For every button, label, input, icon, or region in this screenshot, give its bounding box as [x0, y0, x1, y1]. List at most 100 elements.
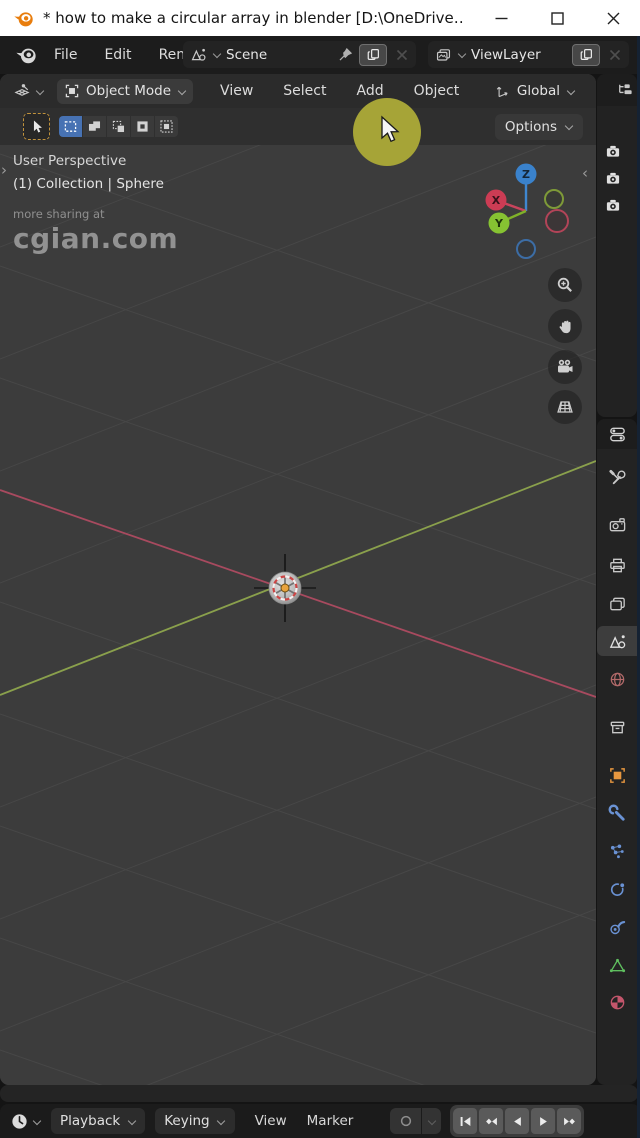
viewlayer-name: ViewLayer	[471, 46, 541, 63]
close-button[interactable]	[598, 3, 628, 33]
sphere-object[interactable]	[254, 554, 316, 622]
scene-selector[interactable]: Scene	[183, 41, 416, 68]
viewport-header: Object Mode View Select Add Object Globa…	[0, 74, 596, 108]
new-scene-button[interactable]	[359, 43, 387, 66]
gizmo-axis-neg-x[interactable]	[545, 209, 569, 233]
movie-camera-icon	[558, 359, 573, 373]
chevron-down-icon	[32, 1117, 41, 1126]
tab-particles[interactable]	[597, 836, 637, 866]
grid-icon	[557, 401, 573, 413]
outliner-editor-icon[interactable]	[615, 81, 634, 100]
menu-timeline-view[interactable]: View	[255, 1113, 287, 1129]
window-title: * how to make a circular array in blende…	[43, 9, 463, 27]
properties-header	[597, 419, 637, 449]
minimize-button[interactable]	[486, 3, 516, 33]
tab-constraints[interactable]	[597, 912, 637, 942]
viewport-menus: View Select Add Object	[217, 81, 462, 101]
new-viewlayer-button[interactable]	[572, 43, 600, 66]
zoom-button[interactable]	[548, 268, 582, 302]
properties-editor	[597, 419, 637, 1085]
tab-scene[interactable]	[597, 626, 637, 656]
render-visibility-camera-icon[interactable]	[602, 141, 624, 161]
tab-modifiers[interactable]	[597, 798, 637, 828]
gizmo-axis-neg-y[interactable]	[544, 189, 564, 209]
tab-material[interactable]	[597, 987, 637, 1017]
viewlayer-selector[interactable]: ViewLayer	[428, 41, 629, 68]
navigation-gizmo[interactable]: Z X Y	[478, 159, 574, 269]
playback-dropdown[interactable]: Playback	[51, 1108, 146, 1134]
select-mode-invert[interactable]	[131, 116, 154, 137]
tab-collection[interactable]	[597, 712, 637, 742]
select-mode-extend[interactable]	[83, 116, 106, 137]
tab-render[interactable]	[597, 510, 637, 540]
perspective-toggle-button[interactable]	[548, 390, 582, 424]
play-button[interactable]	[531, 1108, 555, 1134]
keying-label: Keying	[164, 1113, 210, 1129]
menu-timeline-marker[interactable]: Marker	[307, 1113, 354, 1129]
mode-dropdown[interactable]: Object Mode	[57, 78, 194, 104]
properties-editor-icon[interactable]	[608, 425, 627, 444]
topbar: File Edit Ren Scene ViewLayer	[0, 36, 640, 74]
jump-to-start-button[interactable]	[453, 1108, 477, 1134]
axis-y-line	[0, 460, 596, 696]
blender-app-menu-icon[interactable]	[15, 44, 37, 66]
timeline-track-area[interactable]	[0, 1085, 638, 1102]
mode-label: Object Mode	[86, 83, 172, 99]
gizmo-axis-neg-z[interactable]	[516, 239, 536, 259]
menu-file[interactable]: File	[51, 45, 80, 65]
next-keyframe-button[interactable]	[557, 1108, 581, 1134]
select-mode-set[interactable]	[59, 116, 82, 137]
window-controls	[486, 0, 628, 36]
tab-physics[interactable]	[597, 874, 637, 904]
outliner-editor	[597, 74, 637, 417]
camera-view-button[interactable]	[548, 350, 582, 384]
tab-viewlayer[interactable]	[597, 588, 637, 618]
sidebar-expand-icon[interactable]: ‹	[582, 166, 588, 181]
pin-icon[interactable]	[337, 46, 354, 63]
tab-object-data[interactable]	[597, 950, 637, 980]
clock-icon	[12, 1113, 27, 1129]
play-reverse-button[interactable]	[505, 1108, 529, 1134]
toolbar-expand-icon[interactable]: ›	[1, 163, 7, 178]
select-mode-subtract[interactable]	[107, 116, 130, 137]
menu-add[interactable]: Add	[353, 81, 386, 101]
editor-type-button[interactable]	[10, 80, 47, 103]
timeline-editor-button[interactable]	[10, 1112, 41, 1131]
orientation-axes-icon	[496, 86, 508, 97]
auto-keying-button[interactable]	[390, 1108, 421, 1134]
select-mode-intersect[interactable]	[155, 116, 178, 137]
gizmo-z-label: Z	[522, 168, 530, 181]
select-mode-group	[59, 116, 178, 137]
remove-viewlayer-icon	[605, 49, 625, 61]
tab-object[interactable]	[597, 760, 637, 790]
tool-settings-bar: Options	[0, 108, 596, 145]
auto-keying-options-button[interactable]	[422, 1108, 441, 1134]
render-visibility-camera-icon[interactable]	[602, 195, 624, 215]
render-visibility-camera-icon[interactable]	[602, 168, 624, 188]
maximize-button[interactable]	[542, 3, 572, 33]
chevron-down-icon	[457, 50, 466, 59]
viewport-grid	[0, 145, 596, 1085]
options-dropdown[interactable]: Options	[494, 113, 583, 140]
chevron-down-icon	[177, 87, 186, 96]
menu-select[interactable]: Select	[280, 81, 329, 101]
timeline-header: Playback Keying View Marker	[0, 1104, 640, 1138]
hand-icon	[559, 320, 571, 333]
viewlayer-icon	[435, 46, 452, 63]
tab-output[interactable]	[597, 550, 637, 580]
tab-world[interactable]	[597, 664, 637, 694]
outliner-header	[597, 74, 637, 106]
options-label: Options	[504, 118, 557, 135]
viewport-canvas[interactable]: User Perspective (1) Collection | Sphere…	[0, 145, 596, 1085]
keying-dropdown[interactable]: Keying	[155, 1108, 235, 1134]
chevron-down-icon	[564, 122, 573, 131]
menu-object[interactable]: Object	[411, 81, 463, 101]
menu-view[interactable]: View	[217, 81, 256, 101]
active-tool-select-box[interactable]	[23, 113, 50, 140]
orientation-dropdown[interactable]: Global	[487, 79, 582, 104]
chevron-down-icon	[566, 87, 575, 96]
menu-edit[interactable]: Edit	[101, 45, 134, 65]
pan-button[interactable]	[548, 309, 582, 343]
tab-tool[interactable]	[597, 463, 637, 493]
previous-keyframe-button[interactable]	[479, 1108, 503, 1134]
